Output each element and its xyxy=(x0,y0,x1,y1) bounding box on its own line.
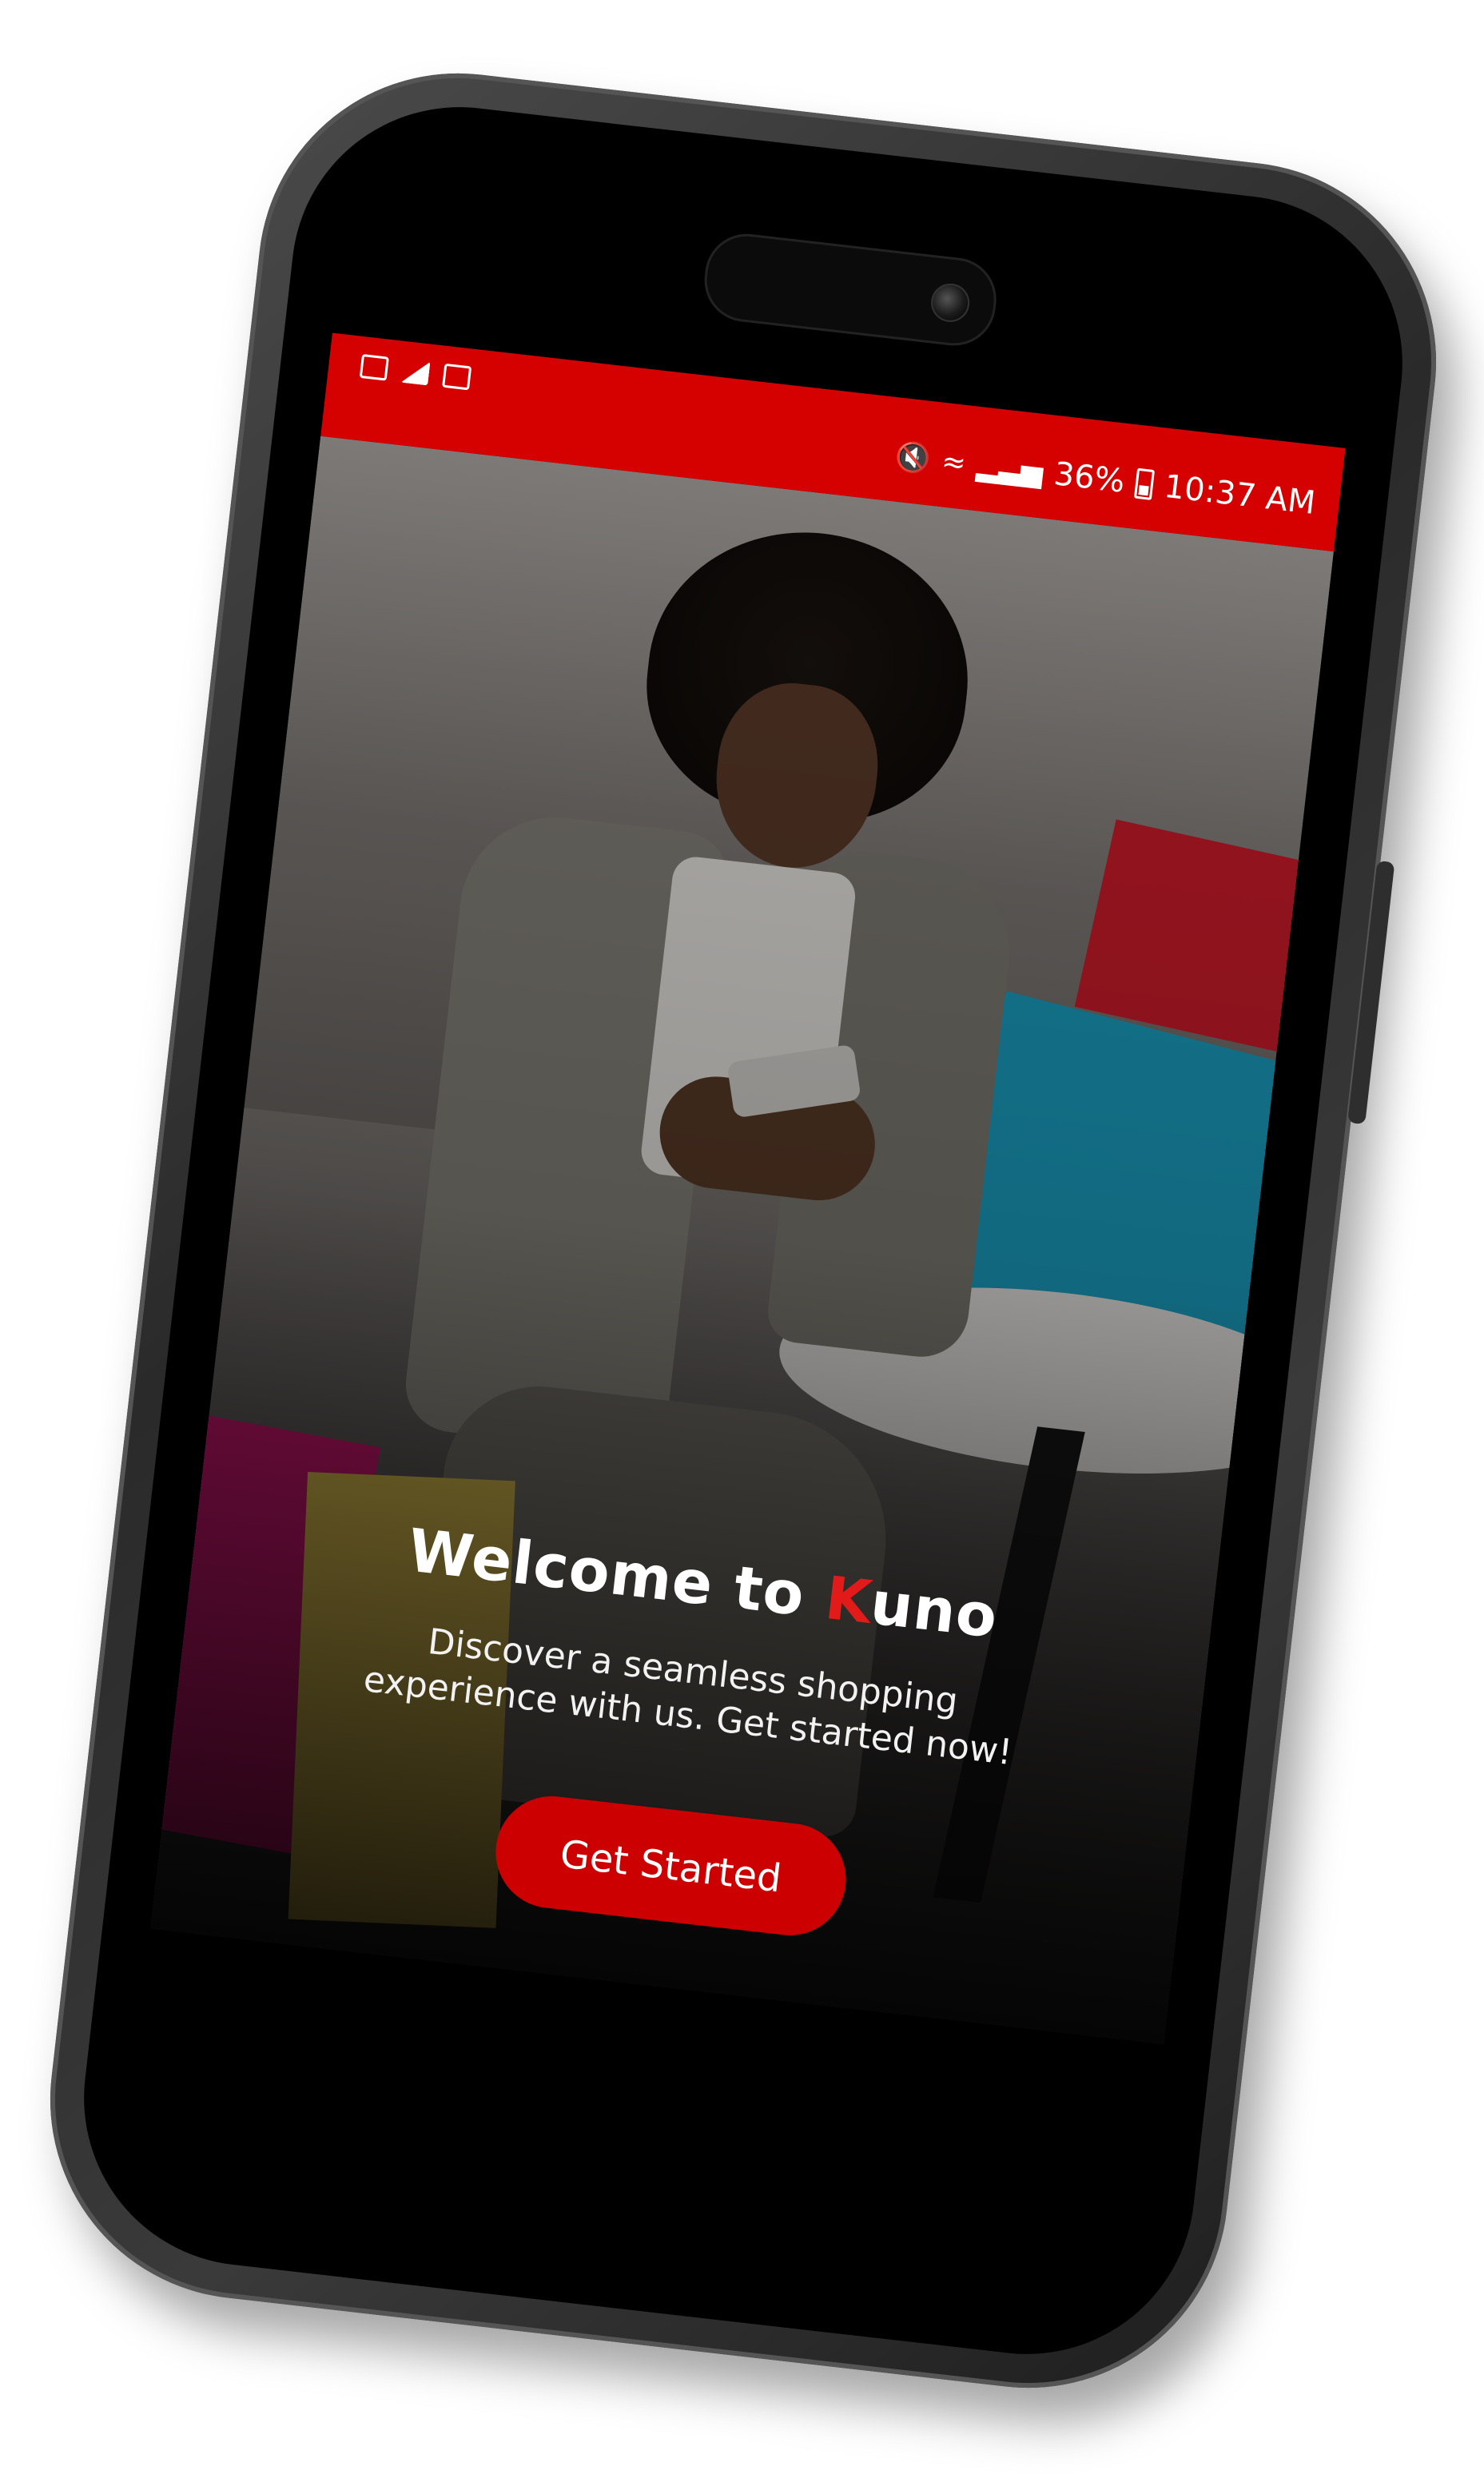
phone-side-button xyxy=(1347,860,1395,1125)
mockup-stage: 🔇 ≈ ▂▃▅ 36% 10:37 AM Welcome to Kuno Dis… xyxy=(0,0,1484,2474)
dynamic-island xyxy=(700,229,1001,350)
brand-first-letter: K xyxy=(822,1563,875,1637)
front-camera-icon xyxy=(929,281,972,324)
wifi-icon: ≈ xyxy=(940,444,968,480)
battery-percent: 36% xyxy=(1052,455,1127,500)
phone-bezel: 🔇 ≈ ▂▃▅ 36% 10:37 AM Welcome to Kuno Dis… xyxy=(66,89,1421,2373)
image-icon xyxy=(359,353,389,381)
telegram-icon xyxy=(400,358,431,386)
phone-mockup: 🔇 ≈ ▂▃▅ 36% 10:37 AM Welcome to Kuno Dis… xyxy=(29,52,1458,2409)
status-notification-icons xyxy=(359,353,472,391)
app-screen: 🔇 ≈ ▂▃▅ 36% 10:37 AM Welcome to Kuno Dis… xyxy=(119,142,1367,2319)
mute-icon: 🔇 xyxy=(893,440,933,477)
signal-icon: ▂▃▅ xyxy=(975,448,1045,489)
status-time: 10:37 AM xyxy=(1162,467,1318,523)
brand-name-rest: uno xyxy=(866,1569,1001,1652)
calendar-icon xyxy=(442,363,472,391)
battery-icon xyxy=(1134,467,1156,500)
phone-frame: 🔇 ≈ ▂▃▅ 36% 10:37 AM Welcome to Kuno Dis… xyxy=(29,52,1458,2409)
